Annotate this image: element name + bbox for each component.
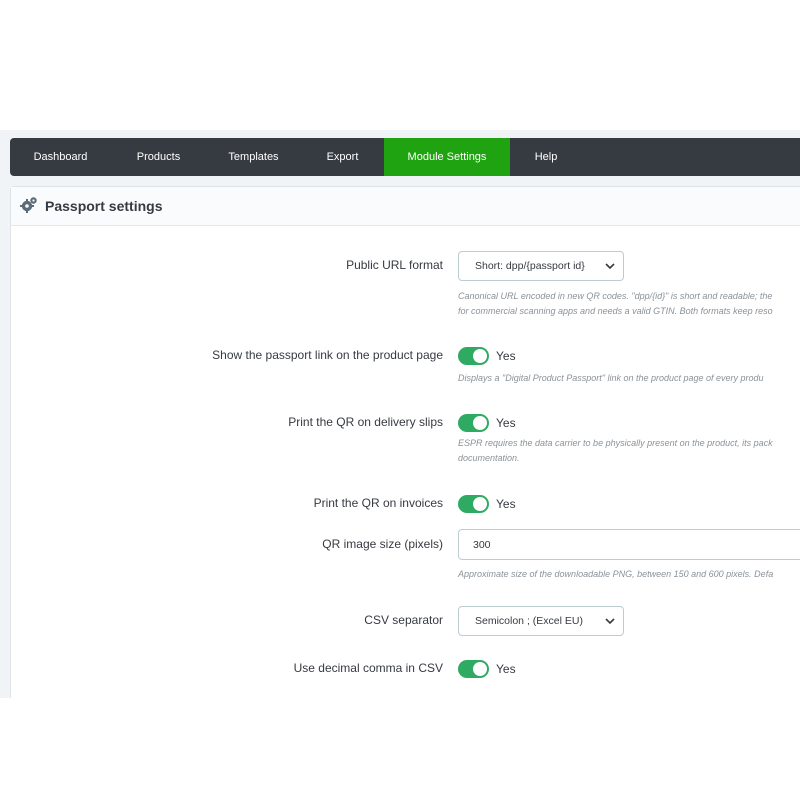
public-url-label: Public URL format — [346, 258, 443, 272]
panel-header: Passport settings — [11, 187, 800, 226]
public-url-help-line1: Canonical URL encoded in new QR codes. "… — [458, 291, 773, 301]
qr-size-input[interactable]: 300 — [458, 529, 800, 560]
passport-settings-panel: Passport settings Public URL format Shor… — [10, 186, 800, 698]
qr-invoices-toggle[interactable] — [458, 495, 489, 513]
tab-module-settings[interactable]: Module Settings — [384, 138, 510, 176]
show-link-toggle[interactable] — [458, 347, 489, 365]
qr-delivery-label: Print the QR on delivery slips — [288, 415, 443, 429]
qr-invoices-value: Yes — [496, 497, 516, 511]
gears-icon — [20, 197, 37, 213]
decimal-comma-toggle[interactable] — [458, 660, 489, 678]
chevron-down-icon — [605, 618, 615, 625]
tab-products[interactable]: Products — [111, 138, 206, 176]
qr-delivery-help-line2: documentation. — [458, 453, 520, 463]
decimal-comma-value: Yes — [496, 662, 516, 676]
toggle-knob — [473, 349, 487, 363]
panel-title: Passport settings — [45, 198, 163, 214]
module-frame: Dashboard Products Templates Export Modu… — [0, 130, 800, 698]
tab-export[interactable]: Export — [301, 138, 384, 176]
qr-delivery-toggle[interactable] — [458, 414, 489, 432]
show-link-value: Yes — [496, 349, 516, 363]
qr-size-value: 300 — [473, 539, 491, 551]
toggle-knob — [473, 497, 487, 511]
qr-invoices-label: Print the QR on invoices — [313, 496, 443, 510]
qr-size-help: Approximate size of the downloadable PNG… — [458, 569, 774, 579]
csv-separator-select[interactable]: Semicolon ; (Excel EU) — [458, 606, 624, 636]
tab-templates[interactable]: Templates — [206, 138, 301, 176]
tab-dashboard[interactable]: Dashboard — [10, 138, 111, 176]
csv-separator-value: Semicolon ; (Excel EU) — [475, 615, 583, 627]
chevron-down-icon — [605, 263, 615, 270]
toggle-knob — [473, 416, 487, 430]
public-url-select[interactable]: Short: dpp/{passport id} — [458, 251, 624, 281]
top-nav: Dashboard Products Templates Export Modu… — [10, 138, 800, 176]
show-link-label: Show the passport link on the product pa… — [212, 348, 443, 362]
public-url-value: Short: dpp/{passport id} — [475, 260, 585, 272]
decimal-comma-label: Use decimal comma in CSV — [293, 661, 443, 675]
tab-help[interactable]: Help — [510, 138, 582, 176]
show-link-help: Displays a "Digital Product Passport" li… — [458, 373, 764, 383]
qr-delivery-help-line1: ESPR requires the data carrier to be phy… — [458, 438, 773, 448]
toggle-knob — [473, 662, 487, 676]
qr-delivery-value: Yes — [496, 416, 516, 430]
public-url-help-line2: for commercial scanning apps and needs a… — [458, 306, 773, 316]
csv-separator-label: CSV separator — [364, 613, 443, 627]
qr-size-label: QR image size (pixels) — [322, 537, 443, 551]
